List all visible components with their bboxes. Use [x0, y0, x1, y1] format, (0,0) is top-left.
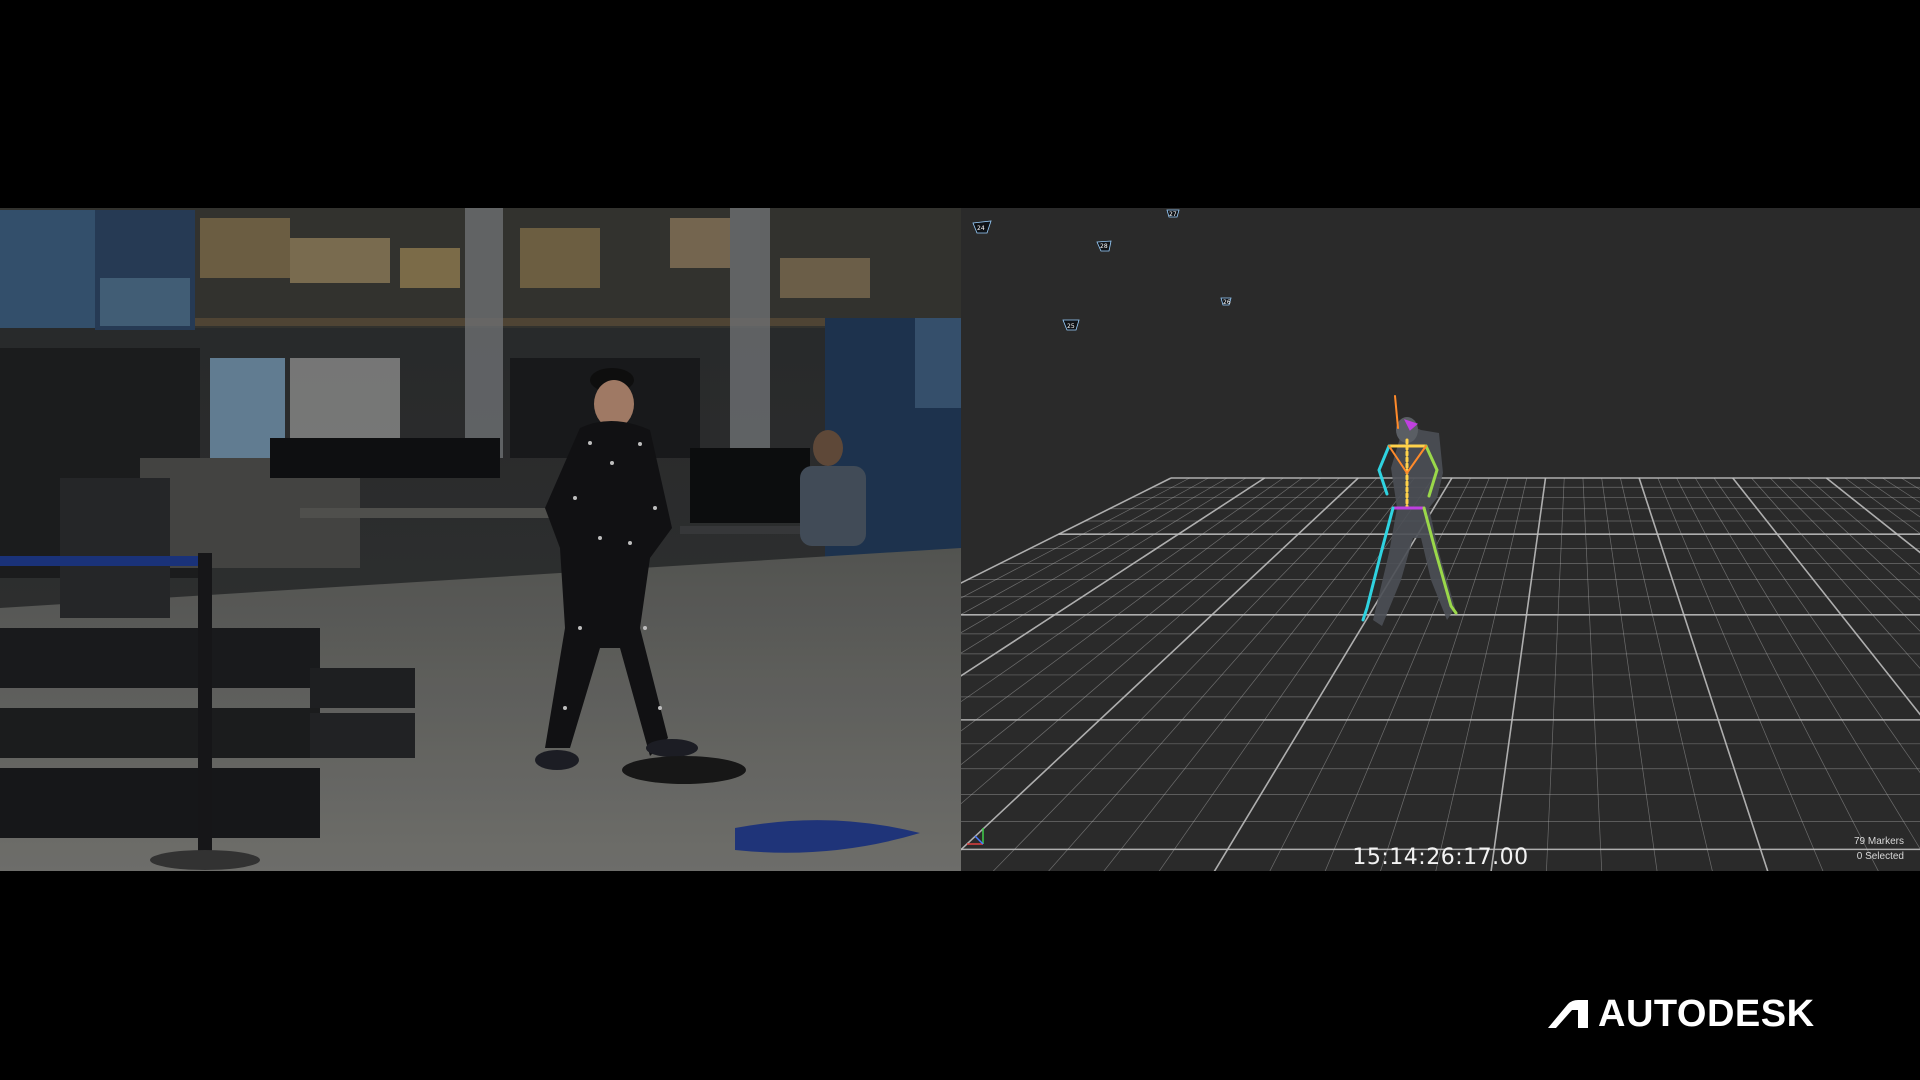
grid-line — [1901, 477, 1920, 490]
grid-line — [992, 477, 1378, 871]
grid-line — [1676, 477, 1879, 871]
camera-footage-panel — [0, 208, 961, 871]
camera-marker[interactable]: 28 — [1096, 240, 1112, 252]
grid-line — [1620, 477, 1713, 871]
autodesk-logo: AUTODESK — [1548, 993, 1815, 1035]
grid-line — [1601, 477, 1658, 871]
grid-line — [1048, 477, 1396, 871]
grid-line — [1751, 477, 1920, 669]
grid-line — [961, 477, 1266, 677]
brand-name: AUTODESK — [1598, 993, 1815, 1035]
viewport-canvas[interactable]: 24 28 27 26 25 — [961, 208, 1920, 871]
selected-count: 0 Selected — [1856, 851, 1904, 862]
grid-line — [961, 477, 1172, 584]
grid-line — [1435, 477, 1528, 871]
mocap-3d-viewport[interactable]: 24 28 27 26 25 15:14:26:17.00 79 Markers… — [961, 208, 1920, 871]
camera-marker[interactable]: 24 — [972, 220, 992, 234]
camera-label: 26 — [1223, 299, 1231, 306]
grid-line — [1380, 477, 1509, 871]
camera-marker[interactable]: 25 — [1062, 319, 1080, 331]
grid-line — [961, 477, 1209, 615]
grid-line — [1695, 477, 1920, 850]
grid-line — [1490, 477, 1547, 871]
camera-label: 28 — [1100, 243, 1108, 250]
camera-label: 25 — [1067, 323, 1075, 330]
grid-line — [1732, 477, 1920, 716]
camera-marker[interactable]: 27 — [1166, 209, 1180, 218]
timecode-display: 15:14:26:17.00 — [1352, 845, 1529, 870]
grid-line — [1158, 477, 1434, 871]
grid-line — [1269, 477, 1471, 871]
camera-marker[interactable]: 26 — [1220, 297, 1232, 306]
autodesk-logo-icon — [1548, 1000, 1588, 1028]
grid-line — [1825, 477, 1920, 554]
grid-line — [1807, 477, 1920, 575]
stage-photo — [0, 208, 961, 871]
camera-label: 27 — [1169, 211, 1177, 218]
grid-line — [1863, 477, 1920, 518]
grid-line — [961, 477, 1359, 851]
grid-line — [1546, 477, 1565, 871]
skeleton-actor[interactable] — [1361, 395, 1458, 626]
grid-line — [961, 477, 1247, 654]
grid-line — [1582, 477, 1603, 871]
grid-line — [961, 477, 1322, 766]
grid-line — [1844, 477, 1920, 534]
marker-count: 79 Markers — [1853, 836, 1904, 847]
floor-grid — [961, 477, 1920, 871]
grid-line — [961, 477, 1284, 703]
grid-line — [961, 477, 1190, 599]
camera-markers: 24 28 27 26 25 — [972, 209, 1232, 331]
camera-label: 24 — [977, 225, 985, 232]
grid-line — [1638, 477, 1769, 871]
